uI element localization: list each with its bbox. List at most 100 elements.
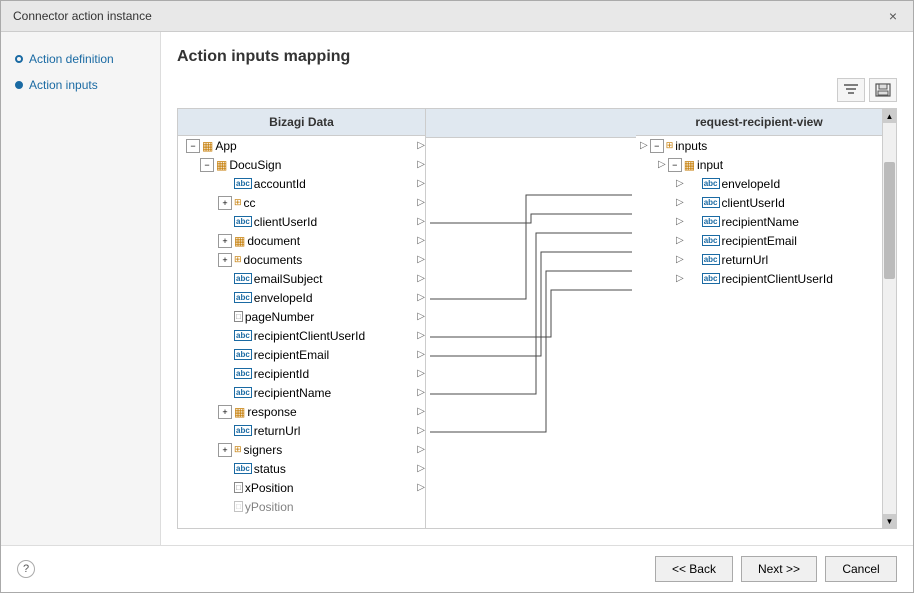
group-icon: ⊞ (234, 254, 242, 265)
entity-icon: ▦ (684, 158, 695, 172)
abc-icon: abc (234, 349, 252, 361)
left-arrow: ▷ (676, 273, 684, 284)
tree-row: abc recipientId ▷ (178, 364, 425, 383)
tree-row: ▷ abc returnUrl (636, 250, 882, 269)
expander-cc[interactable]: + (218, 196, 232, 210)
tree-row: − ▦ App ▷ (178, 136, 425, 155)
arrow-right: ▷ (417, 273, 425, 284)
tree-row: □ yPosition (178, 497, 425, 516)
scrollbar[interactable]: ▲ ▼ (882, 109, 896, 528)
tree-row: ▷ − ⊞ inputs (636, 136, 882, 155)
arrow-right: ▷ (417, 159, 425, 170)
tree-row: abc recipientName ▷ (178, 383, 425, 402)
node-label: recipientName (254, 386, 331, 400)
num-icon: □ (234, 482, 243, 494)
abc-icon: abc (702, 216, 720, 228)
tree-row: □ xPosition ▷ (178, 478, 425, 497)
sidebar-item-action-definition[interactable]: Action definition (9, 48, 152, 70)
tree-row: ▷ abc recipientEmail (636, 231, 882, 250)
bullet-action-definition (15, 55, 23, 63)
tree-row: − ▦ DocuSign ▷ (178, 155, 425, 174)
close-button[interactable]: × (885, 9, 901, 23)
abc-icon: abc (702, 273, 720, 285)
tree-row: abc returnUrl ▷ (178, 421, 425, 440)
sidebar-label-action-inputs: Action inputs (29, 78, 98, 92)
connector-svg (426, 138, 636, 528)
num-icon: □ (234, 501, 243, 513)
help-button[interactable]: ? (17, 560, 35, 578)
abc-icon: abc (702, 197, 720, 209)
node-label: recipientId (254, 367, 309, 381)
arrow-right: ▷ (417, 425, 425, 436)
expander-inputs[interactable]: − (650, 139, 664, 153)
abc-icon: abc (702, 178, 720, 190)
back-button[interactable]: << Back (655, 556, 733, 582)
left-arrow: ▷ (676, 178, 684, 189)
tree-row: abc recipientClientUserId ▷ (178, 326, 425, 345)
entity-icon: ▦ (234, 234, 245, 248)
entity-icon: ▦ (234, 405, 245, 419)
tree-row: + ⊞ documents ▷ (178, 250, 425, 269)
arrow-right: ▷ (417, 368, 425, 379)
expander-app[interactable]: − (186, 139, 200, 153)
node-label: yPosition (245, 500, 294, 514)
tree-row: abc recipientEmail ▷ (178, 345, 425, 364)
node-label: envelopeId (254, 291, 313, 305)
num-icon: □ (234, 311, 243, 323)
expander-input[interactable]: − (668, 158, 682, 172)
arrow-right: ▷ (417, 140, 425, 151)
content-area: Action definition Action inputs Action i… (1, 32, 913, 545)
left-arrow: ▷ (658, 159, 666, 170)
cancel-button[interactable]: Cancel (825, 556, 897, 582)
left-arrow: ▷ (676, 216, 684, 227)
connector-area (426, 109, 636, 528)
node-label: envelopeId (722, 177, 781, 191)
tree-row: abc clientUserId ▷ (178, 212, 425, 231)
node-label: recipientEmail (254, 348, 329, 362)
scroll-thumb[interactable] (884, 162, 895, 279)
node-label: documents (244, 253, 303, 267)
next-button[interactable]: Next >> (741, 556, 817, 582)
toolbar (177, 78, 897, 102)
node-label: response (247, 405, 296, 419)
dialog: Connector action instance × Action defin… (0, 0, 914, 593)
expander-documents[interactable]: + (218, 253, 232, 267)
arrow-right: ▷ (417, 178, 425, 189)
arrow-right: ▷ (417, 444, 425, 455)
node-label: DocuSign (229, 158, 281, 172)
expander-document[interactable]: + (218, 234, 232, 248)
footer: ? << Back Next >> Cancel (1, 545, 913, 592)
tree-row: + ⊞ signers ▷ (178, 440, 425, 459)
arrow-right: ▷ (417, 482, 425, 493)
expander-signers[interactable]: + (218, 443, 232, 457)
group-icon: ⊞ (234, 197, 242, 208)
sidebar-item-action-inputs[interactable]: Action inputs (9, 74, 152, 96)
tree-row: ▷ abc recipientName (636, 212, 882, 231)
tree-row: + ▦ response ▷ (178, 402, 425, 421)
left-arrow: ▷ (676, 197, 684, 208)
title-bar: Connector action instance × (1, 1, 913, 32)
arrow-right: ▷ (417, 463, 425, 474)
arrow-right: ▷ (417, 197, 425, 208)
abc-icon: abc (234, 292, 252, 304)
node-label: clientUserId (254, 215, 317, 229)
scroll-down[interactable]: ▼ (883, 514, 896, 528)
group-icon: ⊞ (234, 444, 242, 455)
group-icon: ⊞ (666, 140, 674, 151)
node-label: inputs (675, 139, 707, 153)
expander-response[interactable]: + (218, 405, 232, 419)
tree-row: + ⊞ cc ▷ (178, 193, 425, 212)
filter-button[interactable] (837, 78, 865, 102)
left-panel-header: Bizagi Data (178, 109, 425, 136)
node-label: cc (244, 196, 256, 210)
save-button[interactable] (869, 78, 897, 102)
scroll-up[interactable]: ▲ (883, 109, 896, 123)
dialog-title: Connector action instance (13, 9, 152, 23)
expander-docusign[interactable]: − (200, 158, 214, 172)
arrow-right: ▷ (417, 387, 425, 398)
arrow-right: ▷ (417, 254, 425, 265)
arrow-right: ▷ (417, 292, 425, 303)
arrow-right: ▷ (417, 235, 425, 246)
abc-icon: abc (234, 368, 252, 380)
tree-row: + ▦ document ▷ (178, 231, 425, 250)
